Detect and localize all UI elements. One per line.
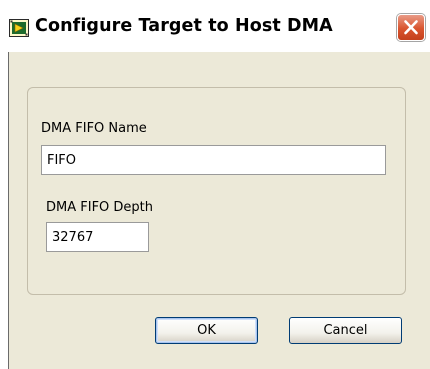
dma-fifo-depth-label: DMA FIFO Depth: [46, 200, 154, 215]
dma-fifo-depth-input[interactable]: [46, 222, 149, 252]
close-button[interactable]: [397, 14, 425, 41]
app-icon: [9, 19, 29, 37]
settings-group: DMA FIFO Name DMA FIFO Depth: [27, 87, 406, 295]
dialog-window: Configure Target to Host DMA DMA FIFO Na…: [0, 0, 430, 369]
title-bar[interactable]: Configure Target to Host DMA: [0, 0, 430, 50]
close-icon: [404, 20, 418, 35]
cancel-button[interactable]: Cancel: [289, 317, 402, 344]
dma-fifo-name-input[interactable]: [41, 145, 386, 175]
ok-button[interactable]: OK: [155, 317, 258, 344]
dma-fifo-name-label: DMA FIFO Name: [41, 121, 147, 136]
dialog-client-area: DMA FIFO Name DMA FIFO Depth OK Cancel: [8, 52, 430, 369]
window-title: Configure Target to Host DMA: [35, 16, 333, 36]
